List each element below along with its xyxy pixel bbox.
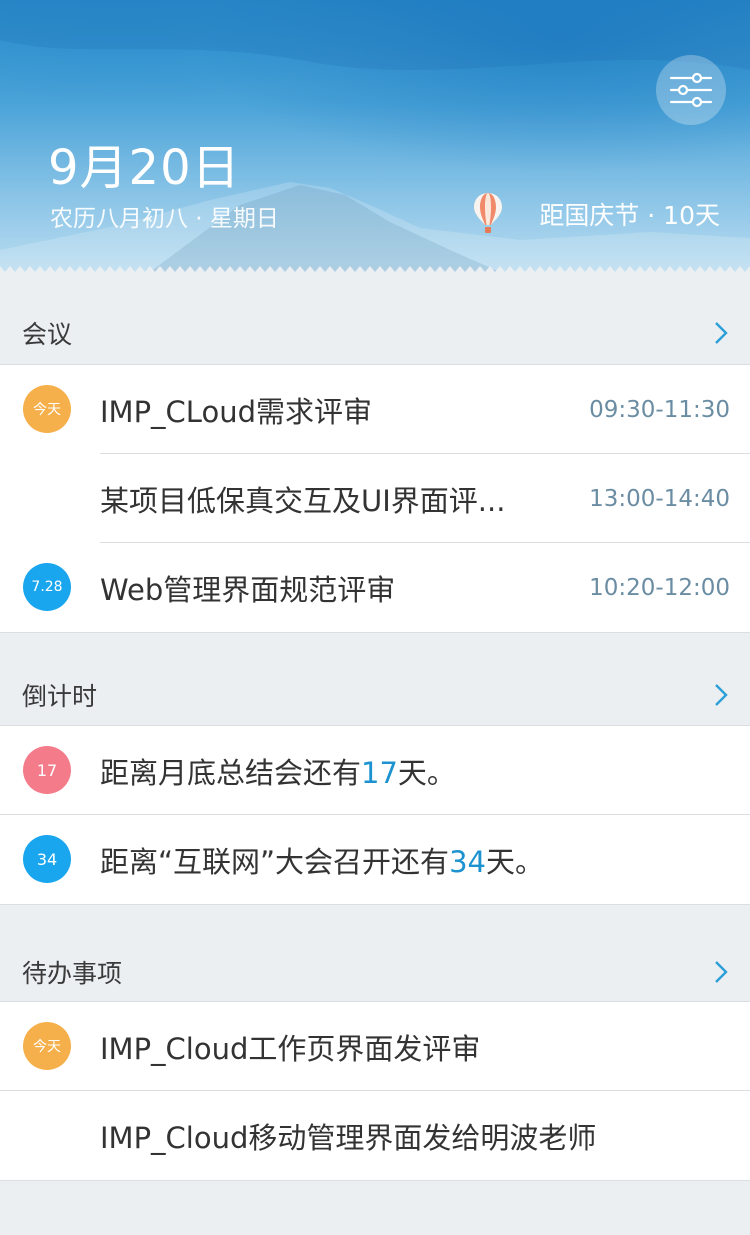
days-badge: 17	[23, 746, 71, 794]
countdown-text: 距离“互联网”大会召开还有34天。	[100, 844, 544, 879]
current-date: 9月20日	[48, 140, 241, 196]
section-title-meetings: 会议	[22, 320, 73, 349]
header-banner: 9月20日 农历八月初八 · 星期日 距国庆节 · 10天	[0, 0, 750, 272]
holiday-countdown: 距国庆节 · 10天	[539, 201, 720, 230]
todo-title: IMP_Cloud工作页界面发评审	[100, 1031, 481, 1066]
meeting-item[interactable]: 7.28 Web管理界面规范评审 10:20-12:00	[0, 543, 750, 632]
zigzag-edge	[0, 266, 750, 272]
days-badge: 34	[23, 835, 71, 883]
meeting-time: 09:30-11:30	[589, 396, 730, 423]
meeting-title: Web管理界面规范评审	[100, 572, 396, 607]
countdown-item[interactable]: 34 距离“互联网”大会召开还有34天。	[0, 815, 750, 904]
todo-title: IMP_Cloud移动管理界面发给明波老师	[100, 1120, 597, 1155]
chevron-right-icon	[715, 684, 728, 706]
meetings-section-header[interactable]: 会议	[0, 282, 750, 374]
meetings-list: 今天 IMP_CLoud需求评审 09:30-11:30 某项目低保真交互及UI…	[0, 364, 750, 633]
lunar-date-weekday: 农历八月初八 · 星期日	[50, 206, 279, 232]
section-title-countdown: 倒计时	[22, 682, 98, 711]
chevron-right-icon	[715, 322, 728, 344]
todo-item[interactable]: 今天 IMP_Cloud工作页界面发评审	[0, 1002, 750, 1091]
days-count: 17	[361, 755, 398, 790]
meeting-item[interactable]: 今天 IMP_CLoud需求评审 09:30-11:30	[0, 365, 750, 454]
todo-item[interactable]: IMP_Cloud移动管理界面发给明波老师	[0, 1091, 750, 1180]
today-badge: 今天	[23, 385, 71, 433]
countdown-section-header[interactable]: 倒计时	[0, 644, 750, 736]
todos-list: 今天 IMP_Cloud工作页界面发评审 IMP_Cloud移动管理界面发给明波…	[0, 1001, 750, 1181]
meeting-item[interactable]: 某项目低保真交互及UI界面评... 13:00-14:40	[0, 454, 750, 543]
today-badge: 今天	[23, 1022, 71, 1070]
date-badge: 7.28	[23, 563, 71, 611]
hot-air-balloon-icon	[474, 193, 502, 233]
days-count: 34	[449, 844, 486, 879]
countdown-list: 17 距离月底总结会还有17天。 34 距离“互联网”大会召开还有34天。	[0, 725, 750, 905]
filter-button[interactable]	[656, 55, 726, 125]
meeting-time: 13:00-14:40	[589, 485, 730, 512]
section-title-todos: 待办事项	[22, 959, 123, 988]
countdown-text: 距离月底总结会还有17天。	[100, 755, 456, 790]
sliders-icon	[669, 72, 713, 108]
meeting-title: IMP_CLoud需求评审	[100, 394, 372, 429]
countdown-item[interactable]: 17 距离月底总结会还有17天。	[0, 726, 750, 815]
meeting-title: 某项目低保真交互及UI界面评...	[100, 483, 506, 518]
chevron-right-icon	[715, 961, 728, 983]
todos-section-header[interactable]: 待办事项	[0, 921, 750, 1013]
meeting-time: 10:20-12:00	[589, 574, 730, 601]
